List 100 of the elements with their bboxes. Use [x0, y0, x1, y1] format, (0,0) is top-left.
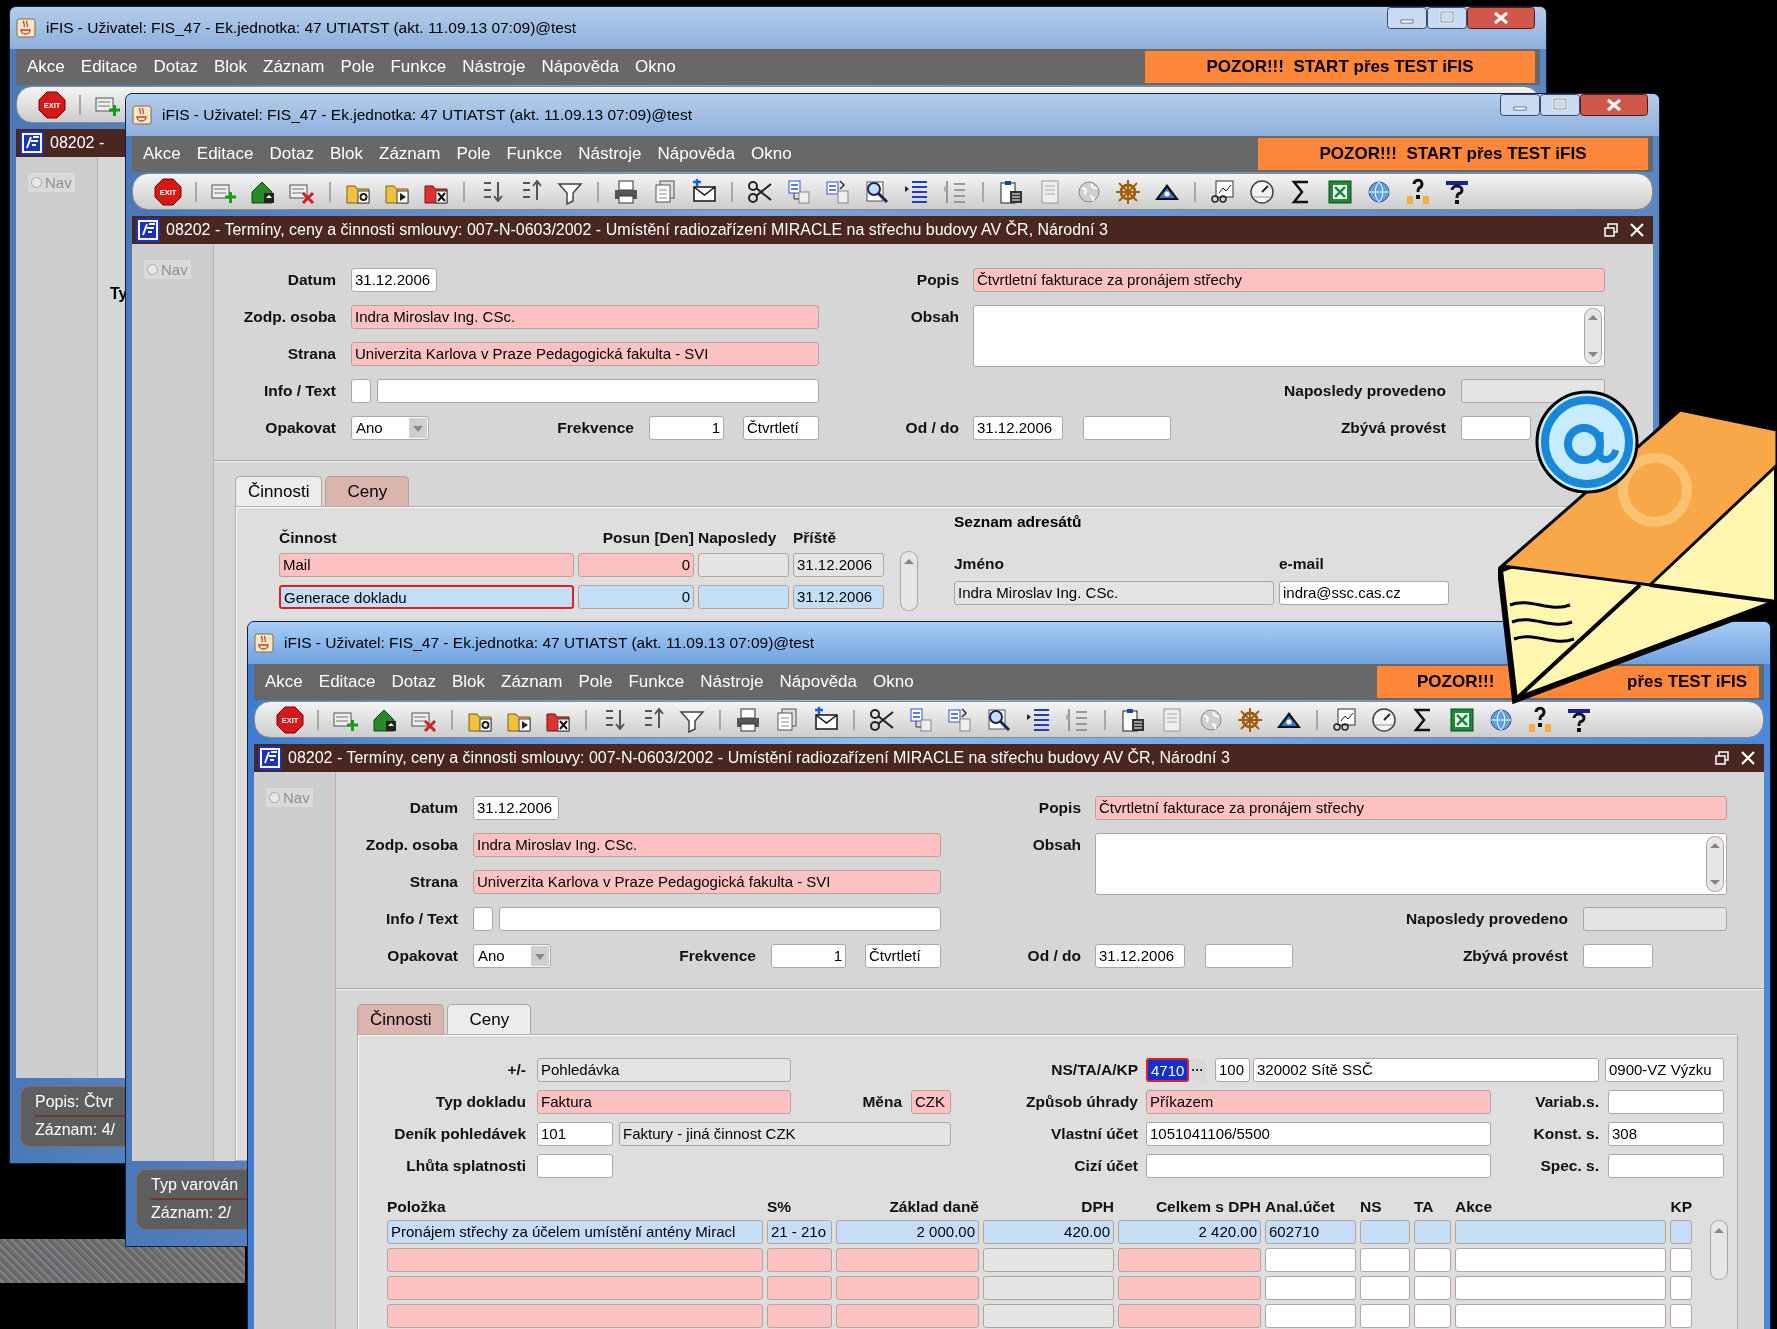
- menu-item[interactable]: Blok: [451, 672, 485, 692]
- input-field[interactable]: Faktury - jiná činnost CZK: [619, 1122, 951, 1146]
- menu-item[interactable]: Okno: [635, 57, 676, 77]
- menu-item[interactable]: Nástroje: [700, 672, 764, 692]
- menu-item[interactable]: Blok: [213, 57, 247, 77]
- restore-icon[interactable]: [1714, 750, 1730, 766]
- unit-field[interactable]: Čtvrtletí: [865, 943, 941, 968]
- menu-item[interactable]: Pole: [340, 57, 375, 77]
- gauge-icon[interactable]: [1370, 705, 1398, 734]
- input-field[interactable]: 308: [1608, 1122, 1724, 1146]
- gauge-icon[interactable]: [1248, 177, 1276, 206]
- list-button[interactable]: ···: [1189, 1059, 1206, 1081]
- input-field[interactable]: Univerzita Karlova v Praze Pedagogická fakulta - SVI: [473, 869, 941, 894]
- menu-item[interactable]: Nástroje: [578, 144, 642, 164]
- date-field[interactable]: 31.12.2006: [351, 267, 437, 292]
- text-field[interactable]: [499, 906, 941, 931]
- menu-item[interactable]: Funkce: [390, 57, 447, 77]
- wheel-icon[interactable]: [1236, 705, 1264, 734]
- input-field[interactable]: Faktura: [537, 1090, 791, 1114]
- input-field[interactable]: 100: [1215, 1058, 1250, 1082]
- dropdown[interactable]: Ano: [351, 415, 429, 440]
- menu-item[interactable]: Nápověda: [657, 144, 736, 164]
- input-field[interactable]: [537, 1154, 613, 1178]
- input-field[interactable]: Univerzita Karlova v Praze Pedagogická fakulta - SVI: [351, 341, 819, 366]
- input-field[interactable]: Indra Miroslav Ing. CSc.: [351, 304, 819, 329]
- menu-item[interactable]: Záznam: [379, 144, 441, 164]
- tab[interactable]: Ceny: [325, 476, 410, 506]
- document-arrow-icon[interactable]: [824, 177, 852, 206]
- close-icon[interactable]: [1740, 750, 1756, 766]
- menu-item[interactable]: Dotaz: [269, 144, 314, 164]
- number-field[interactable]: 1: [649, 415, 724, 440]
- minimize-button[interactable]: [1500, 94, 1540, 116]
- date-field[interactable]: [1083, 415, 1171, 440]
- input-field[interactable]: 101: [537, 1122, 613, 1146]
- menu-item[interactable]: Záznam: [501, 672, 563, 692]
- minimize-button[interactable]: [1387, 7, 1427, 29]
- input-field[interactable]: 320002 Sítě SSČ: [1253, 1058, 1599, 1082]
- input-field[interactable]: Čtvrtletní fakturace za pronájem střechy: [973, 267, 1605, 292]
- checkbox[interactable]: [473, 906, 493, 931]
- menu-item[interactable]: Nástroje: [462, 57, 526, 77]
- tab[interactable]: Ceny: [447, 1004, 532, 1034]
- menu-item[interactable]: Dotaz: [391, 672, 436, 692]
- maximize-button[interactable]: [1427, 7, 1467, 29]
- input-field[interactable]: [1583, 943, 1653, 968]
- input-field[interactable]: [1583, 906, 1727, 931]
- restore-icon[interactable]: [1603, 222, 1619, 238]
- dropdown[interactable]: Ano: [473, 943, 551, 968]
- menu-item[interactable]: Editace: [196, 144, 254, 164]
- menu-item[interactable]: Dotaz: [153, 57, 198, 77]
- scrollbar[interactable]: [900, 551, 918, 611]
- menu-item[interactable]: Pole: [456, 144, 491, 164]
- menu-item[interactable]: Blok: [329, 144, 363, 164]
- input-field[interactable]: [1146, 1154, 1491, 1178]
- chart-icon[interactable]: [1331, 705, 1359, 734]
- menu-item[interactable]: Pole: [578, 672, 613, 692]
- menu-item[interactable]: Editace: [80, 57, 138, 77]
- input-field[interactable]: Čtvrtletní fakturace za pronájem střechy: [1095, 795, 1727, 820]
- help-icon[interactable]: [1404, 177, 1432, 206]
- menu-item[interactable]: Akce: [265, 672, 303, 692]
- date-field[interactable]: [1205, 943, 1293, 968]
- menu-item[interactable]: Funkce: [628, 672, 685, 692]
- printer-icon[interactable]: [734, 705, 762, 734]
- close-button[interactable]: [1467, 7, 1535, 29]
- scrollbar[interactable]: [1584, 308, 1602, 364]
- menu-item[interactable]: Akce: [27, 57, 65, 77]
- tab[interactable]: Činnosti: [235, 476, 323, 506]
- input-field[interactable]: CZK: [911, 1090, 951, 1114]
- close-icon[interactable]: [1629, 222, 1645, 238]
- menu-item[interactable]: Funkce: [506, 144, 563, 164]
- printer-icon[interactable]: [612, 177, 640, 206]
- date-field[interactable]: 31.12.2006: [473, 795, 559, 820]
- chart-icon[interactable]: [1209, 177, 1237, 206]
- document-lines-icon[interactable]: [907, 705, 935, 734]
- input-field[interactable]: [1461, 415, 1531, 440]
- menu-item[interactable]: Editace: [318, 672, 376, 692]
- input-field[interactable]: Pohledávka: [537, 1058, 791, 1082]
- document-lines-icon[interactable]: [785, 177, 813, 206]
- menu-item[interactable]: Nápověda: [779, 672, 858, 692]
- spreadsheet-icon[interactable]: [1448, 705, 1476, 734]
- scrollbar[interactable]: [1710, 1220, 1728, 1280]
- input-field[interactable]: Příkazem: [1146, 1090, 1491, 1114]
- input-field[interactable]: [1608, 1154, 1724, 1178]
- menu-item[interactable]: Záznam: [263, 57, 325, 77]
- input-field[interactable]: Indra Miroslav Ing. CSc.: [473, 832, 941, 857]
- help-icon[interactable]: [1526, 705, 1554, 734]
- scrollbar[interactable]: [1706, 836, 1724, 892]
- date-field[interactable]: 31.12.2006: [973, 415, 1063, 440]
- input-field[interactable]: [1608, 1090, 1724, 1114]
- checkbox[interactable]: [351, 378, 371, 403]
- document-arrow-icon[interactable]: [946, 705, 974, 734]
- date-field[interactable]: 31.12.2006: [1095, 943, 1185, 968]
- text-field[interactable]: [377, 378, 819, 403]
- wheel-icon[interactable]: [1114, 177, 1142, 206]
- menu-item[interactable]: Okno: [873, 672, 914, 692]
- input-field[interactable]: 1051041106/5500: [1146, 1122, 1491, 1146]
- maximize-button[interactable]: [1540, 94, 1580, 116]
- menu-item[interactable]: Akce: [143, 144, 181, 164]
- close-button[interactable]: [1580, 94, 1648, 116]
- input-field[interactable]: 0900-VZ Výzku: [1605, 1058, 1724, 1082]
- number-field[interactable]: 1: [771, 943, 846, 968]
